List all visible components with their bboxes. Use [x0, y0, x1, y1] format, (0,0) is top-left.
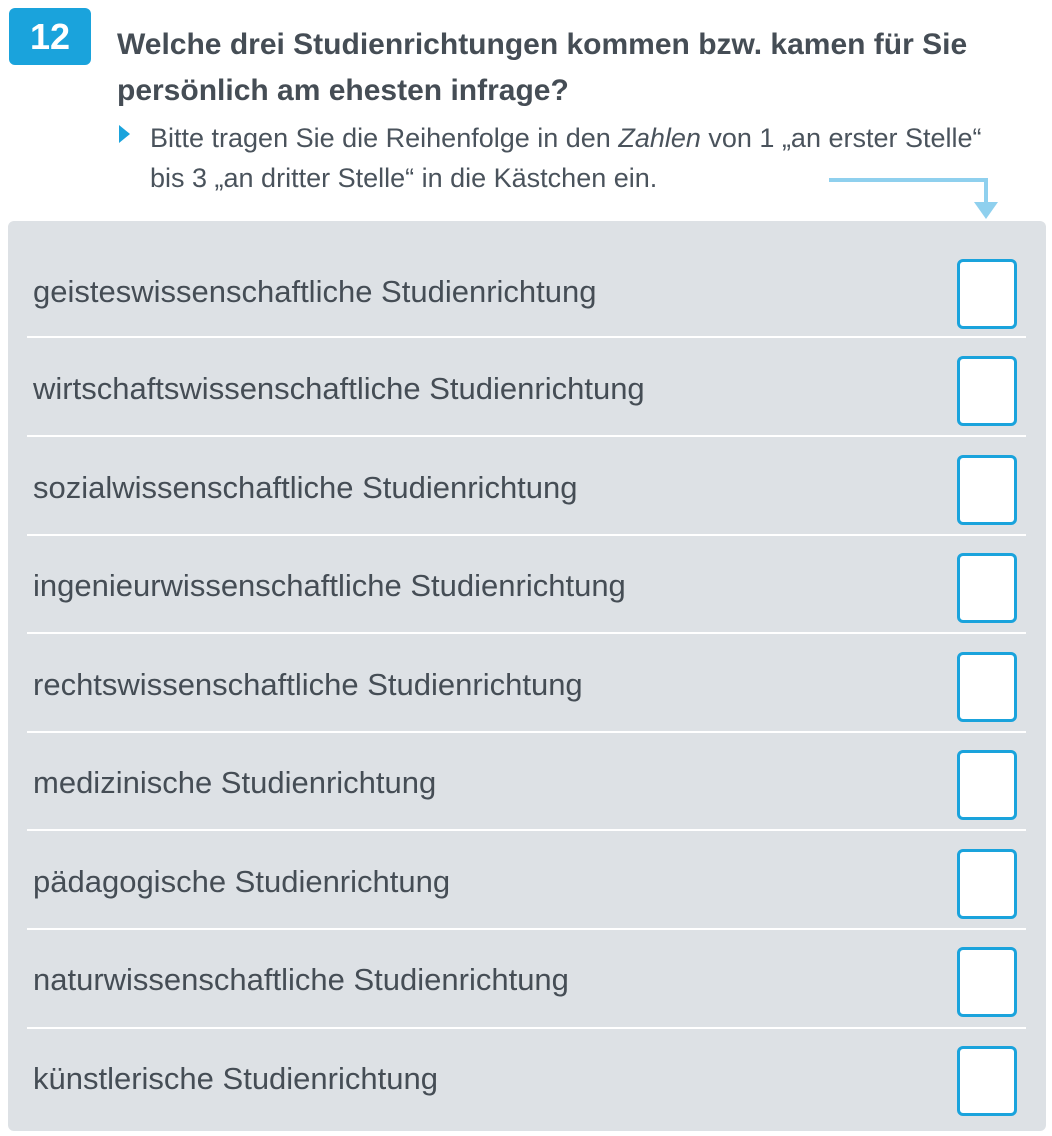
option-row: pädagogische Studienrichtung	[8, 833, 1046, 931]
arrow-line-vertical	[984, 178, 988, 203]
rank-input-box[interactable]	[957, 553, 1017, 623]
arrow-down-icon	[974, 202, 998, 219]
rank-input-box[interactable]	[957, 750, 1017, 820]
rank-input-box[interactable]	[957, 849, 1017, 919]
rank-input-box[interactable]	[957, 259, 1017, 329]
row-divider	[27, 1027, 1026, 1029]
option-label: naturwissenschaftliche Studienrichtung	[33, 962, 569, 997]
rank-input-box[interactable]	[957, 652, 1017, 722]
option-label: sozialwissenschaftliche Studienrichtung	[33, 470, 578, 505]
question-number-badge: 12	[9, 8, 91, 65]
option-row: sozialwissenschaftliche Studienrichtung	[8, 439, 1046, 537]
option-row: geisteswissenschaftliche Studienrichtung	[8, 243, 1046, 341]
row-divider	[27, 731, 1026, 733]
option-row: künstlerische Studienrichtung	[8, 1030, 1046, 1128]
option-label: geisteswissenschaftliche Studienrichtung	[33, 274, 597, 309]
option-label: wirtschaftswissenschaftliche Studienrich…	[33, 371, 645, 406]
option-label: ingenieurwissenschaftliche Studienrichtu…	[33, 568, 626, 603]
rank-input-box[interactable]	[957, 455, 1017, 525]
option-row: rechtswissenschaftliche Studienrichtung	[8, 636, 1046, 734]
options-panel: geisteswissenschaftliche Studienrichtung…	[8, 221, 1046, 1131]
bullet-triangle-icon	[119, 125, 130, 143]
question-instruction: Bitte tragen Sie die Reihenfolge in den …	[150, 118, 1020, 198]
row-divider	[27, 928, 1026, 930]
option-label: pädagogische Studienrichtung	[33, 864, 451, 899]
option-label: künstlerische Studienrichtung	[33, 1061, 438, 1096]
option-row: wirtschaftswissenschaftliche Studienrich…	[8, 340, 1046, 438]
row-divider	[27, 336, 1026, 338]
row-divider	[27, 534, 1026, 536]
row-divider	[27, 435, 1026, 437]
option-row: naturwissenschaftliche Studienrichtung	[8, 931, 1046, 1029]
rank-input-box[interactable]	[957, 356, 1017, 426]
option-row: ingenieurwissenschaftliche Studienrichtu…	[8, 537, 1046, 635]
rank-input-box[interactable]	[957, 1046, 1017, 1116]
instruction-emphasis: Zahlen	[618, 123, 701, 153]
option-label: medizinische Studienrichtung	[33, 765, 437, 800]
arrow-line-horizontal	[829, 178, 988, 182]
row-divider	[27, 829, 1026, 831]
row-divider	[27, 632, 1026, 634]
option-label: rechtswissenschaftliche Studienrichtung	[33, 667, 583, 702]
question-title: Welche drei Studienrichtungen kommen bzw…	[117, 28, 968, 107]
option-row: medizinische Studienrichtung	[8, 734, 1046, 832]
instruction-text-start: Bitte tragen Sie die Reihenfolge in den	[150, 123, 619, 153]
rank-input-box[interactable]	[957, 947, 1017, 1017]
